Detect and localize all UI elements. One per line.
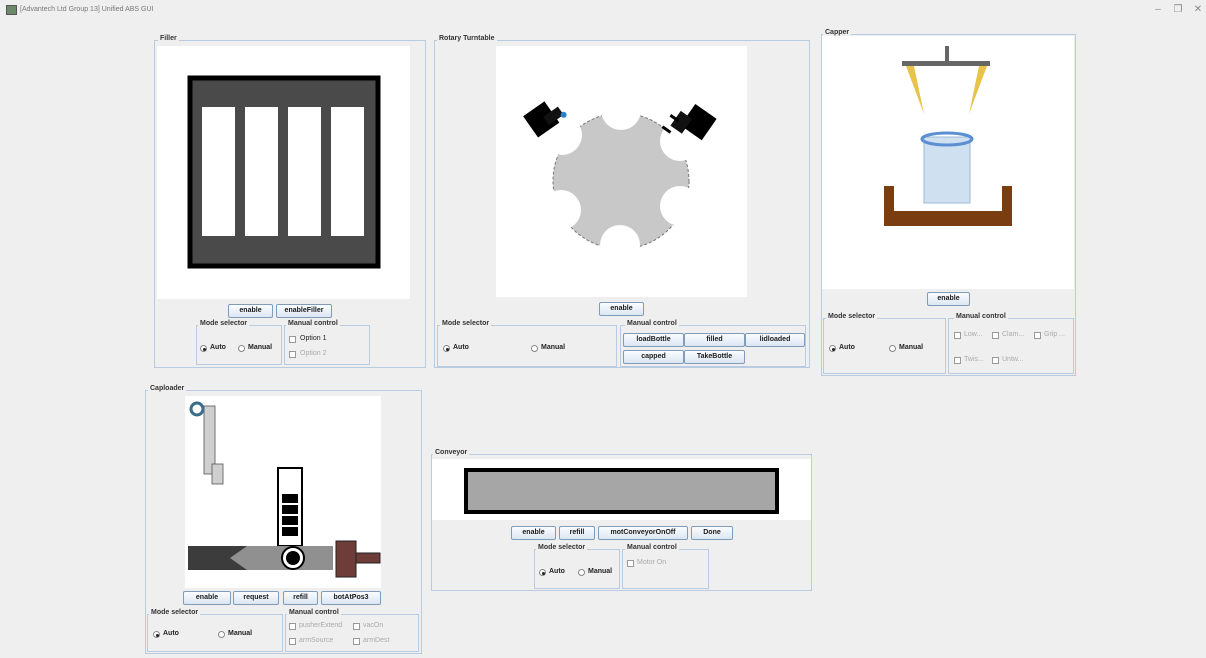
filler-manual-label: Manual bbox=[248, 344, 273, 351]
load-bottle-button[interactable]: loadBottle bbox=[623, 333, 684, 347]
caploader-manual-title: Manual control bbox=[287, 609, 341, 616]
caploader-drawing bbox=[188, 401, 381, 578]
clamp-label: Clam... bbox=[1002, 331, 1025, 338]
turntable-auto-radio[interactable] bbox=[443, 345, 450, 352]
caploader-enable-button[interactable]: enable bbox=[183, 591, 231, 605]
pusher-extend-label: pusherExtend bbox=[299, 622, 343, 629]
filler-auto-label: Auto bbox=[210, 344, 226, 351]
capper-enable-button[interactable]: enable bbox=[927, 292, 970, 306]
capper-title: Capper bbox=[823, 29, 852, 36]
grip-label: Grip ... bbox=[1044, 331, 1066, 338]
title-bar: [Advantech Ltd Group 13] Unified ABS GUI… bbox=[0, 0, 1206, 22]
capper-manual-radio[interactable] bbox=[889, 345, 896, 352]
conveyor-refill-button[interactable]: refill bbox=[559, 526, 595, 540]
minimize-icon[interactable]: – bbox=[1150, 4, 1166, 15]
capper-mode-title: Mode selector bbox=[826, 313, 878, 320]
conveyor-auto-label: Auto bbox=[549, 568, 565, 575]
capped-button[interactable]: capped bbox=[623, 350, 684, 364]
clamp-checkbox[interactable] bbox=[992, 332, 999, 339]
turntable-mode-title: Mode selector bbox=[440, 320, 492, 327]
close-icon[interactable]: ✕ bbox=[1190, 4, 1206, 15]
bot-at-pos3-button[interactable]: botAtPos3 bbox=[321, 591, 381, 605]
turntable-manual-label: Manual bbox=[541, 344, 566, 351]
enable-filler-button[interactable]: enableFiller bbox=[276, 304, 332, 318]
turntable-drawing bbox=[523, 90, 717, 265]
vac-on-label: vacOn bbox=[363, 622, 384, 629]
conveyor-manual-radio[interactable] bbox=[578, 569, 585, 576]
turntable-manual-title: Manual control bbox=[625, 320, 679, 327]
request-button[interactable]: request bbox=[233, 591, 279, 605]
capper-manual-title: Manual control bbox=[954, 313, 1008, 320]
motor-on-label: Motor On bbox=[637, 559, 667, 566]
twist-label: Twis... bbox=[964, 356, 984, 363]
capper-auto-label: Auto bbox=[839, 344, 855, 351]
vac-on-checkbox[interactable] bbox=[353, 623, 360, 630]
caploader-manual-label: Manual bbox=[228, 630, 253, 637]
conveyor-auto-radio[interactable] bbox=[539, 569, 546, 576]
option1-checkbox[interactable] bbox=[289, 336, 296, 343]
app-icon bbox=[6, 5, 17, 15]
turntable-title: Rotary Turntable bbox=[437, 35, 497, 42]
done-button[interactable]: Done bbox=[691, 526, 733, 540]
arm-source-label: armSource bbox=[299, 637, 334, 644]
turntable-manual-radio[interactable] bbox=[531, 345, 538, 352]
caploader-title: Caploader bbox=[148, 385, 187, 392]
filler-drawing bbox=[187, 75, 381, 269]
caploader-manual-radio[interactable] bbox=[218, 631, 225, 638]
capper-auto-radio[interactable] bbox=[829, 345, 836, 352]
conveyor-canvas bbox=[432, 459, 811, 520]
grip-checkbox[interactable] bbox=[1034, 332, 1041, 339]
turntable-enable-button[interactable]: enable bbox=[599, 302, 644, 316]
filler-mode-title: Mode selector bbox=[198, 320, 250, 327]
capper-drawing bbox=[884, 46, 1012, 226]
option2-label: Option 2 bbox=[300, 350, 327, 357]
option2-checkbox[interactable] bbox=[289, 351, 296, 358]
filled-button[interactable]: filled bbox=[684, 333, 745, 347]
arm-source-checkbox[interactable] bbox=[289, 638, 296, 645]
caploader-canvas bbox=[185, 396, 381, 588]
pusher-extend-checkbox[interactable] bbox=[289, 623, 296, 630]
filler-manual-title: Manual control bbox=[286, 320, 340, 327]
conveyor-title: Conveyor bbox=[433, 449, 470, 456]
filler-enable-button[interactable]: enable bbox=[228, 304, 273, 318]
conveyor-enable-button[interactable]: enable bbox=[511, 526, 556, 540]
capper-canvas bbox=[822, 36, 1074, 289]
motor-on-checkbox[interactable] bbox=[627, 560, 634, 567]
caploader-manual-control bbox=[285, 614, 419, 652]
filler-manual-control bbox=[284, 325, 370, 365]
untwist-checkbox[interactable] bbox=[992, 357, 999, 364]
caploader-auto-radio[interactable] bbox=[153, 631, 160, 638]
twist-checkbox[interactable] bbox=[954, 357, 961, 364]
restore-icon[interactable]: ❐ bbox=[1170, 4, 1186, 15]
arm-dest-label: armDest bbox=[363, 637, 390, 644]
window-title: [Advantech Ltd Group 13] Unified ABS GUI bbox=[20, 6, 154, 13]
conveyor-manual-title: Manual control bbox=[625, 544, 679, 551]
capper-manual-control bbox=[948, 318, 1074, 374]
lower-checkbox[interactable] bbox=[954, 332, 961, 339]
conveyor-manual-control bbox=[622, 549, 709, 589]
lower-label: Low... bbox=[964, 331, 983, 338]
caploader-auto-label: Auto bbox=[163, 630, 179, 637]
filler-auto-radio[interactable] bbox=[200, 345, 207, 352]
caploader-mode-title: Mode selector bbox=[149, 609, 201, 616]
caploader-refill-button[interactable]: refill bbox=[283, 591, 318, 605]
conveyor-manual-label: Manual bbox=[588, 568, 613, 575]
filler-manual-radio[interactable] bbox=[238, 345, 245, 352]
mot-conveyor-on-off-button[interactable]: motConveyorOnOff bbox=[598, 526, 688, 540]
filler-title: Filler bbox=[158, 35, 179, 42]
conveyor-drawing bbox=[464, 468, 779, 514]
capper-manual-label: Manual bbox=[899, 344, 924, 351]
take-bottle-button[interactable]: TakeBottle bbox=[684, 350, 745, 364]
conveyor-mode-title: Mode selector bbox=[536, 544, 588, 551]
untwist-label: Untw... bbox=[1002, 356, 1024, 363]
arm-dest-checkbox[interactable] bbox=[353, 638, 360, 645]
filler-canvas bbox=[157, 46, 410, 299]
lid-loaded-button[interactable]: lidloaded bbox=[745, 333, 805, 347]
option1-label: Option 1 bbox=[300, 335, 327, 342]
turntable-auto-label: Auto bbox=[453, 344, 469, 351]
turntable-canvas bbox=[496, 46, 747, 297]
